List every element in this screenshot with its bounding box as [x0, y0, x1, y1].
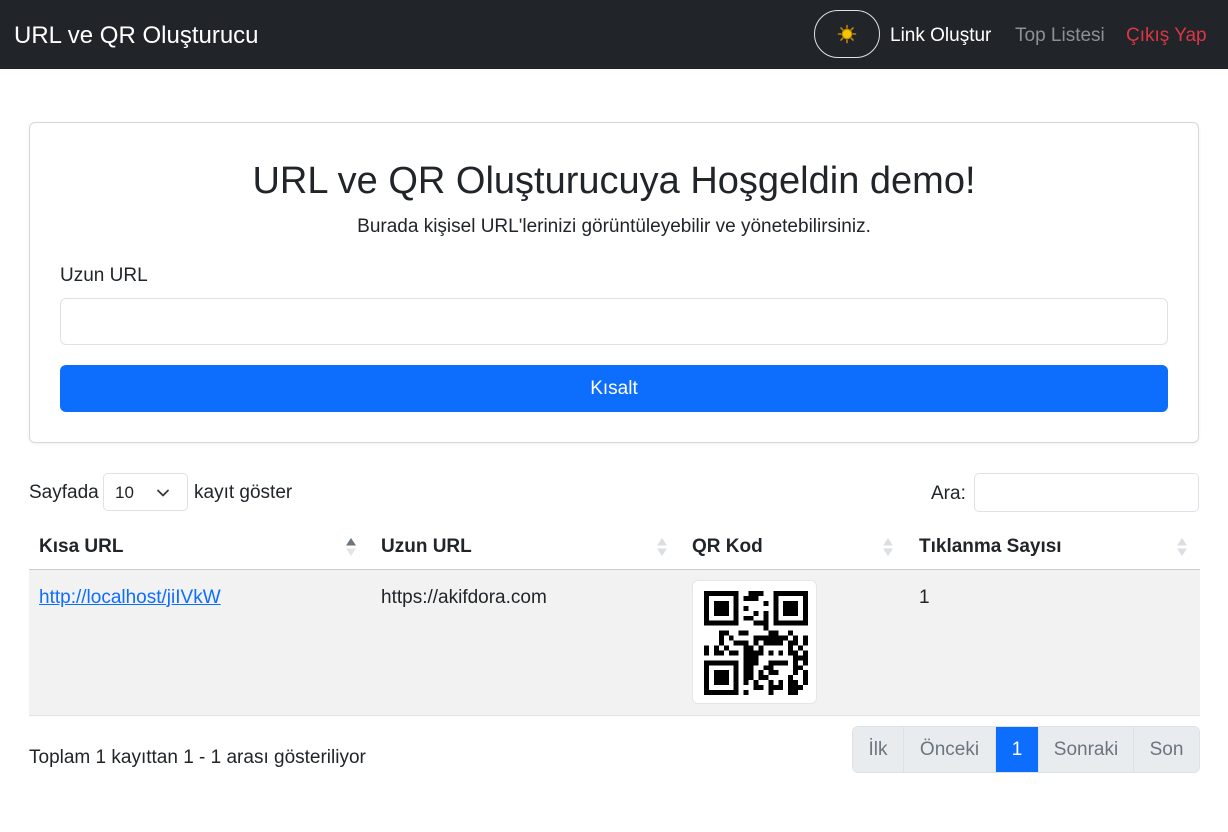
welcome-subtitle: Burada kişisel URL'lerinizi görüntüleyeb…	[357, 216, 871, 237]
shorten-card: URL ve QR Oluşturucuya Hoşgeldin demo! B…	[29, 122, 1199, 443]
search-input[interactable]	[974, 473, 1199, 512]
long-url-cell: https://akifdora.com	[381, 587, 547, 608]
long-url-input[interactable]	[60, 298, 1168, 345]
sort-both-icon	[1177, 538, 1187, 556]
sun-icon	[837, 24, 857, 44]
navbar: URL ve QR Oluşturucu Link Oluştur Top Li…	[0, 0, 1228, 69]
long-url-label: Uzun URL	[60, 265, 148, 286]
page-length-select[interactable]: 10	[103, 473, 188, 511]
nav-link-create[interactable]: Link Oluştur	[890, 24, 991, 48]
welcome-title: URL ve QR Oluşturucuya Hoşgeldin demo!	[252, 160, 976, 202]
theme-toggle-button[interactable]	[814, 10, 880, 58]
page-length-suffix: kayıt göster	[194, 482, 293, 503]
column-header-qr-code[interactable]: QR Kod	[692, 535, 763, 559]
table-row: http://localhost/jiIVkW https://akifdora…	[29, 570, 1200, 716]
table-info: Toplam 1 kayıttan 1 - 1 arası gösteriliy…	[29, 747, 366, 768]
nav-link-logout[interactable]: Çıkış Yap	[1126, 24, 1207, 48]
pagination-first[interactable]: İlk	[853, 727, 904, 772]
page-length-value: 10	[115, 483, 134, 502]
qr-code-icon	[704, 591, 808, 695]
search-label: Ara:	[931, 483, 966, 504]
shorten-button[interactable]: Kısalt	[60, 365, 1168, 412]
pagination-last[interactable]: Son	[1134, 727, 1199, 772]
short-url-link[interactable]: http://localhost/jiIVkW	[39, 586, 221, 610]
table-header: Kısa URL Uzun URL QR Kod Tıklanma Sayısı	[29, 524, 1200, 570]
column-header-long-url[interactable]: Uzun URL	[381, 535, 472, 559]
navbar-brand[interactable]: URL ve QR Oluşturucu	[14, 20, 259, 52]
column-header-short-url[interactable]: Kısa URL	[39, 535, 123, 559]
sort-both-icon	[657, 538, 667, 556]
pagination-next[interactable]: Sonraki	[1039, 727, 1134, 772]
click-count-cell: 1	[919, 587, 930, 608]
sort-both-icon	[883, 538, 893, 556]
qr-code-image[interactable]	[692, 580, 817, 704]
column-header-clicks[interactable]: Tıklanma Sayısı	[919, 535, 1062, 559]
chevron-down-icon	[157, 489, 169, 497]
pagination-page-1[interactable]: 1	[996, 727, 1039, 772]
page-length-label: Sayfada	[29, 482, 99, 503]
sort-asc-icon	[346, 538, 356, 556]
pagination-previous[interactable]: Önceki	[904, 727, 996, 772]
nav-link-top-list[interactable]: Top Listesi	[1015, 24, 1105, 48]
pagination: İlk Önceki 1 Sonraki Son	[852, 726, 1200, 773]
